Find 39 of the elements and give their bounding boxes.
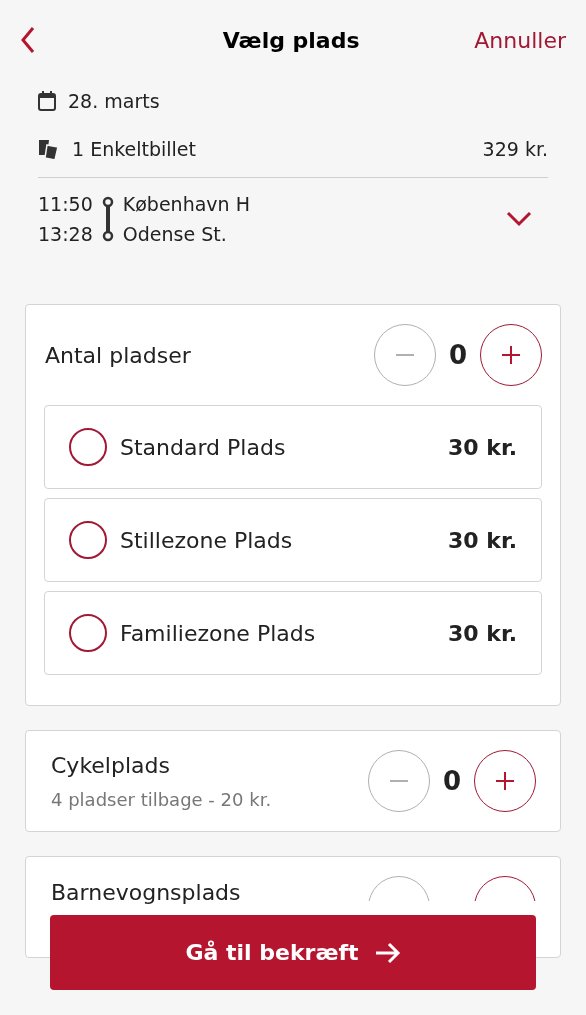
chevron-icon (506, 211, 532, 227)
count-value: 0 (442, 764, 462, 798)
seat-option[interactable]: Stillezone Plads 30 kr. (44, 498, 542, 582)
seats-label: Antal pladser (45, 341, 191, 370)
station-name: Odense St. (122, 222, 228, 247)
stop-time: 13:28 (38, 222, 93, 247)
calendar-icon (38, 91, 56, 111)
seat-name: Stillezone Plads (120, 526, 294, 555)
cancel-link[interactable]: Annuller (474, 23, 566, 57)
plus-icon (502, 346, 520, 364)
seat-price: 30 kr. (448, 433, 517, 462)
radio-button[interactable] (69, 614, 107, 652)
station-name: København H (122, 192, 251, 217)
expand-button[interactable] (506, 211, 532, 227)
seat-option[interactable]: Standard Plads 30 kr. (44, 405, 542, 489)
extra-detail: 4 pladser tilbage - 20 kr. (51, 788, 272, 812)
minus-icon (396, 354, 414, 356)
tickets-icon (38, 138, 60, 161)
ticket-price: 329 kr. (482, 137, 548, 163)
seat-price: 30 kr. (448, 526, 517, 555)
seat-name: Standard Plads (120, 433, 287, 462)
radio-button[interactable] (69, 428, 107, 466)
confirm-button[interactable]: Gå til bekræft (50, 915, 536, 990)
date-text: 28. marts (68, 88, 160, 114)
arrow-right-icon (374, 941, 401, 964)
ticket-text: 1 Enkeltbillet (72, 137, 197, 163)
seat-price: 30 kr. (448, 619, 517, 648)
seat-name: Familiezone Plads (120, 619, 317, 648)
extra-name: Cykelplads (51, 752, 171, 780)
route-line-icon (100, 196, 115, 242)
plus-icon (496, 772, 514, 790)
page-title: Vælg plads (222, 26, 360, 55)
extra-name: Barnevognsplads (51, 879, 241, 907)
back-icon (20, 26, 36, 54)
seat-option[interactable]: Familiezone Plads 30 kr. (44, 591, 542, 675)
count-value: 0 (448, 338, 468, 372)
minus-icon (390, 780, 408, 782)
stop-time: 11:50 (38, 192, 93, 217)
radio-button[interactable] (69, 521, 107, 559)
